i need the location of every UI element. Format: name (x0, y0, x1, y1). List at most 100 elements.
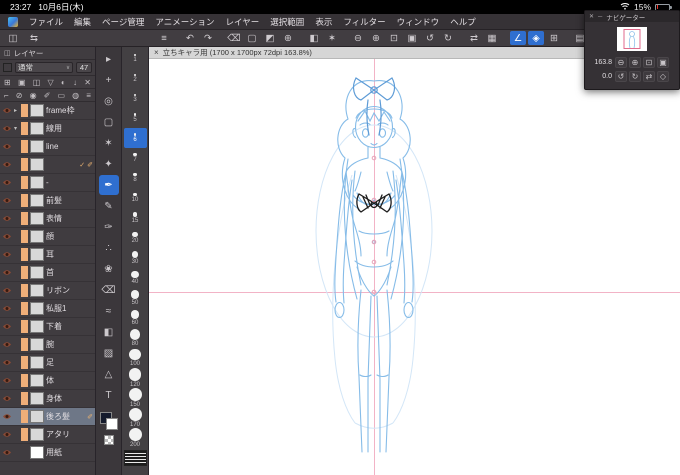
hamburger-menu-icon[interactable]: ≡ (156, 31, 172, 45)
deselect-icon[interactable]: ▢ (244, 31, 260, 45)
close-icon[interactable]: ✕ (589, 13, 594, 20)
switch-workspace-icon[interactable]: ⇆ (26, 31, 42, 45)
paper-texture-preview[interactable] (123, 450, 147, 466)
navigator-thumbnail[interactable] (617, 26, 647, 51)
blend-mode-select[interactable]: 通常 ∨ (15, 62, 73, 73)
brush-size-item[interactable]: 40 (124, 268, 147, 288)
menu-item-8[interactable]: フィルター (343, 16, 385, 28)
layer-visibility-eye-icon[interactable] (2, 377, 12, 384)
layer-visibility-eye-icon[interactable] (2, 449, 12, 456)
menu-item-6[interactable]: 選択範囲 (270, 16, 304, 28)
layer-visibility-eye-icon[interactable] (2, 269, 12, 276)
layer-row[interactable]: 首 (0, 264, 95, 282)
snap-grid-icon[interactable]: ⊞ (546, 31, 562, 45)
layer-visibility-eye-icon[interactable] (2, 215, 12, 222)
brush-size-item[interactable]: 100 (124, 348, 147, 368)
layer-row[interactable]: 耳 (0, 246, 95, 264)
ruler-icon[interactable]: ▭ (58, 91, 66, 100)
operation-tool[interactable]: ▸ (99, 49, 119, 69)
reset-rotation-icon[interactable]: ◇ (657, 70, 669, 82)
layer-visibility-eye-icon[interactable] (2, 179, 12, 186)
layer-visibility-eye-icon[interactable] (2, 125, 12, 132)
brush-size-item[interactable]: 30 (124, 248, 147, 268)
layer-visibility-eye-icon[interactable] (2, 197, 12, 204)
menu-item-9[interactable]: ウィンドウ (397, 16, 440, 28)
brush-size-item[interactable]: 6 (123, 128, 147, 148)
fill-tool[interactable]: ◧ (99, 322, 119, 342)
menu-item-4[interactable]: アニメーション (155, 16, 214, 28)
eyedropper-tool[interactable]: ✦ (99, 154, 119, 174)
menu-item-3[interactable]: ページ管理 (102, 16, 144, 28)
gradient-tool[interactable]: ▨ (99, 343, 119, 363)
brush-size-item[interactable]: 150 (124, 388, 147, 408)
pencil-tool[interactable]: ✎ (99, 196, 119, 216)
close-tab-icon[interactable]: × (154, 48, 159, 58)
layer-row[interactable]: 表情 (0, 210, 95, 228)
onion-skin-icon[interactable]: ◍ (72, 91, 79, 100)
lock-alpha-icon[interactable]: ◉ (30, 91, 37, 100)
palette-menu-icon[interactable]: ≡ (86, 91, 91, 100)
fit-screen-icon[interactable]: ⊡ (386, 31, 402, 45)
brush-size-item[interactable]: 170 (124, 408, 147, 428)
zoom-tool[interactable]: ◎ (99, 91, 119, 111)
actual-pixels-icon[interactable]: ▣ (404, 31, 420, 45)
folder-arrow-icon[interactable]: ▾ (14, 125, 19, 132)
eraser-tool[interactable]: ⌫ (99, 280, 119, 300)
draft-icon[interactable]: ✐ (44, 91, 51, 100)
delete-layer-icon[interactable]: ✕ (84, 78, 91, 87)
menu-item-2[interactable]: 編集 (74, 16, 91, 28)
layer-visibility-eye-icon[interactable] (2, 431, 12, 438)
layer-row[interactable]: 足 (0, 354, 95, 372)
text-tool[interactable]: T (99, 385, 119, 405)
layer-row[interactable]: 顔 (0, 228, 95, 246)
layer-visibility-eye-icon[interactable] (2, 305, 12, 312)
layer-row[interactable]: line (0, 138, 95, 156)
figure-tool[interactable]: △ (99, 364, 119, 384)
selection-tool[interactable]: ▢ (99, 112, 119, 132)
brush-size-item[interactable]: 5 (124, 108, 147, 128)
layer-row[interactable]: アタリ (0, 426, 95, 444)
rotate-right-icon[interactable]: ↻ (440, 31, 456, 45)
zoom-in-icon[interactable]: ⊕ (368, 31, 384, 45)
expand-selection-icon[interactable]: ⊕ (280, 31, 296, 45)
wand-icon[interactable]: ✶ (324, 31, 340, 45)
brush-size-item[interactable]: 60 (124, 308, 147, 328)
layer-visibility-eye-icon[interactable] (2, 287, 12, 294)
collapse-palettes-icon[interactable]: ◫ (5, 31, 21, 45)
zoom-in-icon[interactable]: ⊕ (629, 56, 641, 68)
layer-visibility-eye-icon[interactable] (2, 341, 12, 348)
brush-size-item[interactable]: 7 (124, 148, 147, 168)
blend-tool[interactable]: ≈ (99, 301, 119, 321)
brush-tool[interactable]: ✑ (99, 217, 119, 237)
duplicate-layer-icon[interactable]: ◫ (33, 78, 41, 87)
layer-row[interactable]: 用紙 (0, 444, 95, 462)
rotate-cw-icon[interactable]: ↻ (629, 70, 641, 82)
layer-label-color-swatch[interactable] (3, 63, 12, 72)
snap-special-ruler-icon[interactable]: ◈ (528, 31, 544, 45)
layer-row[interactable]: 体 (0, 372, 95, 390)
invert-selection-icon[interactable]: ◩ (262, 31, 278, 45)
snap-ruler-icon[interactable]: ∠ (510, 31, 526, 45)
auto-select-tool[interactable]: ✶ (99, 133, 119, 153)
pen-tool[interactable]: ✒ (98, 175, 119, 195)
layer-visibility-eye-icon[interactable] (2, 107, 12, 114)
clear-icon[interactable]: ⌫ (226, 31, 242, 45)
lock-icon[interactable]: ⊘ (16, 91, 23, 100)
decoration-tool[interactable]: ❀ (99, 259, 119, 279)
layer-visibility-eye-icon[interactable] (2, 251, 12, 258)
menu-item-5[interactable]: レイヤー (226, 16, 260, 28)
clip-studio-logo-icon[interactable] (8, 16, 18, 27)
new-folder-icon[interactable]: ▣ (18, 78, 26, 87)
layer-visibility-eye-icon[interactable] (2, 413, 12, 420)
airbrush-tool[interactable]: ∴ (99, 238, 119, 258)
transfer-icon[interactable]: ↓ (73, 78, 77, 87)
layer-row[interactable]: 下着 (0, 318, 95, 336)
brush-size-item[interactable]: 200 (124, 428, 147, 448)
menu-item-10[interactable]: ヘルプ (450, 16, 476, 28)
brush-size-item[interactable]: 80 (124, 328, 147, 348)
brush-size-item[interactable]: 15 (124, 208, 147, 228)
layer-row[interactable]: 後ろ髪 ✐ (0, 408, 95, 426)
brush-size-item[interactable]: 50 (124, 288, 147, 308)
brush-size-item[interactable]: 120 (124, 368, 147, 388)
brush-size-item[interactable]: 8 (124, 168, 147, 188)
